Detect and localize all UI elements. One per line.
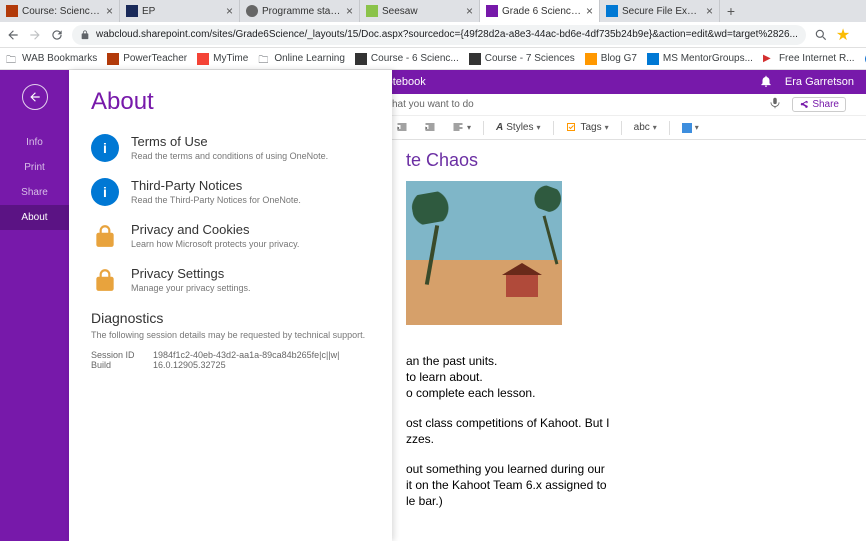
back-button[interactable]: [22, 84, 48, 110]
paint-button[interactable]: ▾: [678, 121, 703, 135]
share-button[interactable]: Share: [792, 97, 846, 112]
align-button[interactable]: ▾: [448, 120, 475, 136]
about-privacy-cookies[interactable]: Privacy and CookiesLearn how Microsoft p…: [91, 222, 370, 250]
diag-build: Build16.0.12905.32725: [91, 360, 370, 370]
document-image: [406, 181, 562, 325]
sidebar-info[interactable]: Info: [0, 130, 69, 155]
info-icon: i: [91, 134, 119, 162]
tab-4[interactable]: Grade 6 Science Notebook×: [480, 0, 600, 22]
diagnostics-sub: The following session details may be req…: [91, 330, 370, 340]
bookmark[interactable]: Blog G7: [585, 53, 637, 65]
browser-tabs: Course: Sciences 6 (2019-2× EP× Programm…: [0, 0, 866, 22]
paragraph: an the past units.to learn about.o compl…: [406, 353, 852, 401]
backstage-sidebar: Info Print Share About: [0, 70, 69, 541]
page-title: te Chaos: [406, 150, 852, 171]
tab-5[interactable]: Secure File Exchange a85bl×: [600, 0, 720, 22]
tags-button[interactable]: Tags▾: [562, 120, 613, 136]
dictate-icon[interactable]: [768, 96, 782, 113]
url-text: wabcloud.sharepoint.com/sites/Grade6Scie…: [96, 29, 798, 40]
bookmark[interactable]: MS MentorGroups...: [647, 53, 753, 65]
tab-2[interactable]: Programme standards and p×: [240, 0, 360, 22]
sidebar-about[interactable]: About: [0, 205, 69, 230]
about-privacy-settings[interactable]: Privacy SettingsManage your privacy sett…: [91, 266, 370, 294]
close-icon[interactable]: ×: [226, 4, 233, 18]
paragraph: ost class competitions of Kahoot. But Iz…: [406, 415, 852, 447]
sidebar-print[interactable]: Print: [0, 155, 69, 180]
star-icon[interactable]: ★: [836, 27, 850, 43]
diag-session: Session ID1984f1c2-40eb-43d2-aa1a-89ca84…: [91, 350, 370, 360]
tab-0[interactable]: Course: Sciences 6 (2019-2×: [0, 0, 120, 22]
about-terms[interactable]: i Terms of UseRead the terms and conditi…: [91, 134, 370, 162]
close-icon[interactable]: ×: [466, 4, 473, 18]
diagnostics-heading: Diagnostics: [91, 310, 370, 326]
lock-icon: [91, 266, 119, 294]
lock-icon: [80, 30, 90, 40]
bookmark[interactable]: MyTime: [197, 53, 248, 65]
close-icon[interactable]: ×: [706, 4, 713, 18]
user-name[interactable]: Era Garretson: [785, 76, 854, 88]
address-bar: wabcloud.sharepoint.com/sites/Grade6Scie…: [0, 22, 866, 48]
bookmark[interactable]: PowerTeacher: [107, 53, 187, 65]
close-icon[interactable]: ×: [586, 4, 593, 18]
outdent-button[interactable]: [392, 120, 412, 136]
paragraph: out something you learned during ourit o…: [406, 461, 852, 509]
indent-button[interactable]: [420, 120, 440, 136]
bookmark[interactable]: ▶Free Internet R...: [763, 53, 855, 65]
about-third-party[interactable]: i Third-Party NoticesRead the Third-Part…: [91, 178, 370, 206]
document-body[interactable]: te Chaos an the past units.to learn abou…: [392, 140, 866, 541]
bookmark[interactable]: 🗀Online Learning: [258, 53, 345, 65]
tab-3[interactable]: Seesaw×: [360, 0, 480, 22]
styles-button[interactable]: AStyles▾: [492, 120, 544, 135]
forward-button[interactable]: [28, 27, 42, 43]
zoom-icon[interactable]: [814, 27, 828, 43]
url-input[interactable]: wabcloud.sharepoint.com/sites/Grade6Scie…: [72, 25, 806, 45]
close-icon[interactable]: ×: [106, 4, 113, 18]
reload-button[interactable]: [50, 27, 64, 43]
spellcheck-button[interactable]: abc▾: [630, 120, 661, 135]
info-icon: i: [91, 178, 119, 206]
back-button[interactable]: [6, 27, 20, 43]
about-panel: About i Terms of UseRead the terms and c…: [69, 70, 392, 541]
bell-icon[interactable]: [759, 74, 773, 91]
bookmarks-bar: 🗀WAB Bookmarks PowerTeacher MyTime 🗀Onli…: [0, 48, 866, 70]
lock-icon: [91, 222, 119, 250]
bookmark[interactable]: Course - 7 Sciences: [469, 53, 575, 65]
about-heading: About: [91, 88, 370, 116]
bookmark[interactable]: 🗀WAB Bookmarks: [6, 53, 97, 65]
new-tab-button[interactable]: +: [720, 3, 742, 19]
sidebar-share[interactable]: Share: [0, 180, 69, 205]
bookmark[interactable]: Course - 6 Scienc...: [355, 53, 459, 65]
tab-1[interactable]: EP×: [120, 0, 240, 22]
tellme-input[interactable]: hat you want to do: [392, 99, 768, 110]
close-icon[interactable]: ×: [346, 4, 353, 18]
